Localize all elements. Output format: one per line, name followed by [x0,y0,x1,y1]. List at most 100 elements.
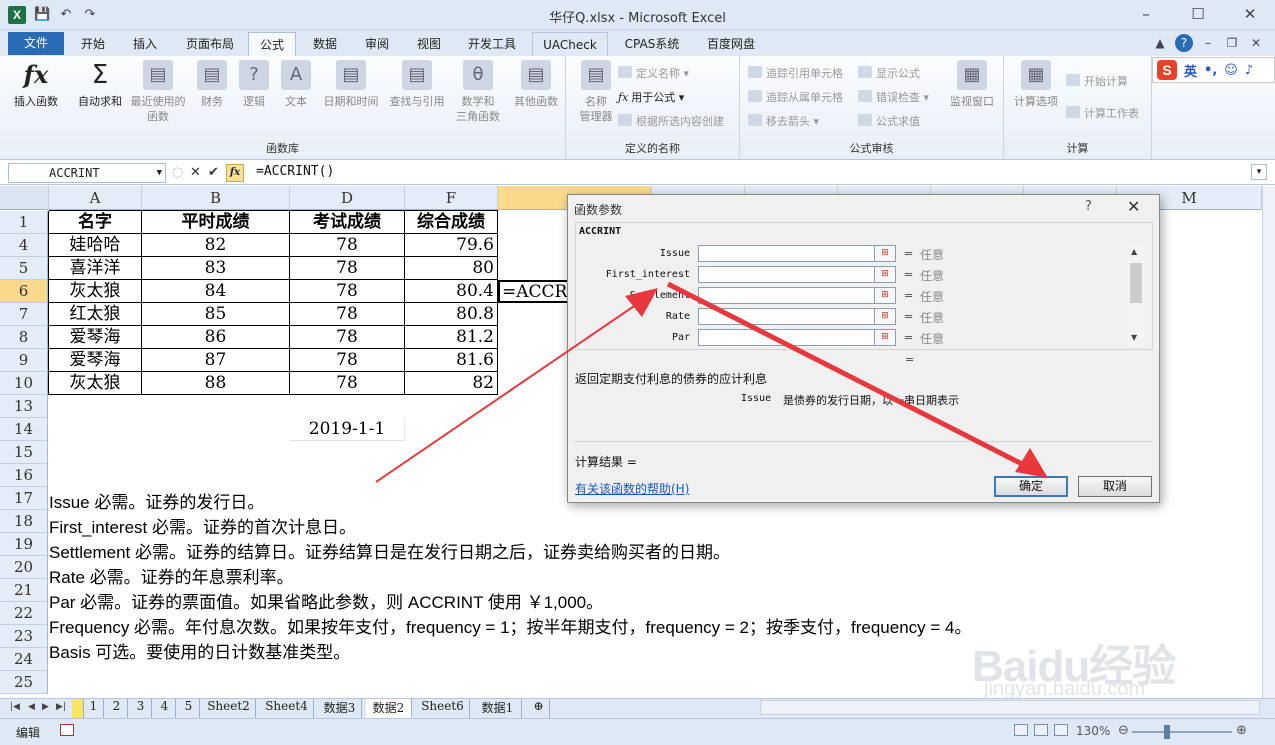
create-from-selection-button[interactable]: 根据所选内容创建 [618,114,724,130]
table-cell[interactable]: 灰太狼 [49,280,142,303]
table-cell[interactable]: 爱琴海 [49,326,142,349]
punctuation-icon[interactable]: •, [1204,63,1217,78]
show-formulas-button[interactable]: 显示公式 [858,66,920,82]
row-header[interactable]: 6 [0,280,48,303]
row-header[interactable]: 14 [0,418,48,441]
help-icon[interactable]: ? [1175,34,1193,52]
sheet-tab-3[interactable]: 3 [130,699,152,718]
cancel-button[interactable]: 取消 [1078,476,1152,497]
sheet-tab-data3[interactable]: 数据3 [318,699,362,718]
row-header[interactable]: 17 [0,487,48,510]
chevron-down-icon[interactable]: ▼ [157,164,162,182]
sheet-tab-2[interactable]: 2 [106,699,128,718]
arg-input-par[interactable] [698,329,876,346]
arg-input-settlement[interactable] [698,287,876,304]
table-cell[interactable]: 喜洋洋 [49,257,142,280]
col-header-b[interactable]: B [142,186,290,210]
close-workbook-icon[interactable]: ✕ [1247,34,1265,52]
cancel-formula-icon[interactable]: ✕ [190,165,201,181]
arg-input-first-interest[interactable] [698,266,876,283]
page-layout-view-icon[interactable] [1034,724,1048,736]
argument-scrollbar[interactable]: ▲ ▼ [1128,245,1144,347]
watch-window-button[interactable]: ▦ 监视窗口 [942,60,1002,109]
prev-sheet-icon[interactable]: ◀ [28,702,35,712]
define-name-button[interactable]: 定义名称 ▾ [618,66,689,82]
page-break-view-icon[interactable] [1054,724,1068,736]
tab-baidu-disk[interactable]: 百度网盘 [696,32,766,56]
more-functions-button[interactable]: ▤ 其他函数 [506,60,566,109]
row-header[interactable]: 25 [0,671,48,694]
confirm-formula-icon[interactable]: ✔ [208,165,219,181]
row-header[interactable]: 10 [0,372,48,395]
calc-sheet-button[interactable]: 计算工作表 [1066,106,1139,122]
row-header[interactable]: 19 [0,533,48,556]
row-header[interactable]: 5 [0,257,48,280]
math-trig-button[interactable]: θ 数学和 三角函数 [448,60,508,124]
min-workbook-icon[interactable]: – [1199,34,1217,52]
table-cell[interactable]: 80.8 [405,303,498,326]
row-header[interactable]: 15 [0,441,48,464]
text-button[interactable]: A 文本 [266,60,326,109]
zoom-slider-thumb[interactable] [1164,725,1170,739]
tab-cpas[interactable]: CPAS系统 [616,32,688,56]
close-window-icon[interactable]: ✕ [1240,4,1260,24]
table-cell[interactable]: 81.6 [405,349,498,372]
ok-button[interactable]: 确定 [994,476,1068,497]
row-header[interactable]: 18 [0,510,48,533]
table-cell[interactable]: 82 [142,234,290,257]
normal-view-icon[interactable] [1014,724,1028,736]
table-cell[interactable]: 78 [290,303,405,326]
name-box[interactable]: ACCRINT ▼ [8,163,166,183]
row-header[interactable]: 1 [0,211,48,234]
range-picker-icon[interactable]: ⊞ [874,266,896,283]
row-header[interactable]: 24 [0,648,48,671]
new-sheet-icon[interactable]: ⊕ [528,699,550,718]
table-cell[interactable]: 80.4 [405,280,498,303]
col-header-f[interactable]: F [405,186,498,210]
table-header-cell[interactable]: 考试成绩 [290,211,405,234]
autosum-button[interactable]: Σ 自动求和 [70,60,130,109]
table-cell[interactable]: 87 [142,349,290,372]
table-header-cell[interactable]: 平时成绩 [142,211,290,234]
ime-toolbar[interactable]: S 英 •, ☺ ♪ [1152,57,1275,83]
table-cell[interactable]: 81.2 [405,326,498,349]
row-header[interactable]: 4 [0,234,48,257]
first-sheet-icon[interactable]: |◀ [10,702,20,712]
sheet-tab-4[interactable]: 4 [154,699,176,718]
table-cell[interactable]: 80 [405,257,498,280]
row-header[interactable]: 20 [0,556,48,579]
vertical-scrollbar[interactable] [1262,186,1275,698]
zoom-in-icon[interactable]: ⊕ [1236,723,1247,738]
table-cell[interactable]: 78 [290,280,405,303]
row-header[interactable]: 7 [0,303,48,326]
evaluate-formula-button[interactable]: 公式求值 [858,114,920,130]
table-cell[interactable]: 83 [142,257,290,280]
table-cell[interactable]: 84 [142,280,290,303]
error-checking-button[interactable]: 错误检查 ▾ [858,90,929,106]
calc-now-button[interactable]: 开始计算 [1066,74,1128,90]
range-picker-icon[interactable]: ⊞ [874,245,896,262]
row-header[interactable]: 8 [0,326,48,349]
tab-developer[interactable]: 开发工具 [460,32,524,56]
restore-workbook-icon[interactable]: ❐ [1223,34,1241,52]
range-picker-icon[interactable]: ⊞ [874,308,896,325]
table-cell[interactable]: 85 [142,303,290,326]
row-header[interactable]: 16 [0,464,48,487]
scroll-thumb[interactable] [1130,263,1142,303]
table-cell[interactable]: 86 [142,326,290,349]
trace-dependents-button[interactable]: 追踪从属单元格 [748,90,843,106]
minimize-icon[interactable]: – [1136,4,1156,24]
collapse-ribbon-icon[interactable]: ▲ [1151,34,1169,52]
dialog-help-icon[interactable]: ? [1085,199,1092,214]
insert-function-button[interactable]: fx 插入函数 [6,60,66,109]
table-cell[interactable]: 78 [290,257,405,280]
zoom-slider[interactable] [1132,731,1232,733]
expand-formula-icon[interactable]: ▾ [1251,164,1267,180]
use-in-formula-button[interactable]: ƒx 用于公式 ▾ [618,90,684,106]
trace-precedents-button[interactable]: 追踪引用单元格 [748,66,843,82]
arg-input-issue[interactable] [698,245,876,262]
sheet-tab-sheet6[interactable]: Sheet6 [416,699,470,718]
lookup-reference-button[interactable]: ▤ 查找与引用 [384,60,450,109]
tab-page-layout[interactable]: 页面布局 [178,32,242,56]
insert-function-icon[interactable]: fx [226,164,244,182]
